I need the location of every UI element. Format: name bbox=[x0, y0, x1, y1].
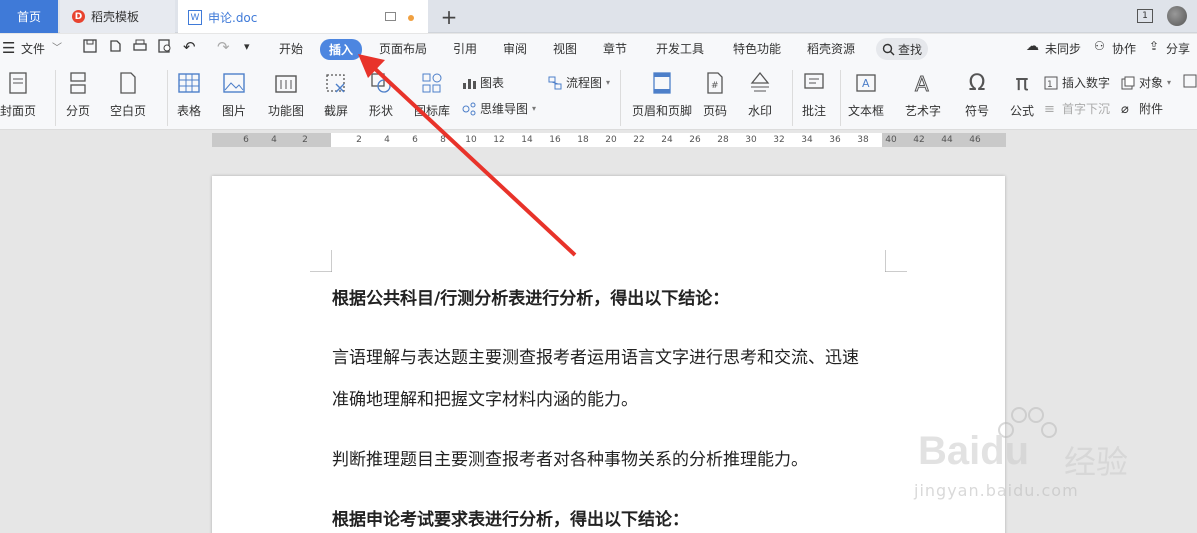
watermark-brand: Baidu bbox=[918, 429, 1030, 473]
watermark-cn: 经验 bbox=[1064, 443, 1129, 481]
baidu-watermark: Baidu 经验 jingyan.baidu.com bbox=[914, 405, 1134, 505]
watermark-url: jingyan.baidu.com bbox=[914, 481, 1079, 500]
